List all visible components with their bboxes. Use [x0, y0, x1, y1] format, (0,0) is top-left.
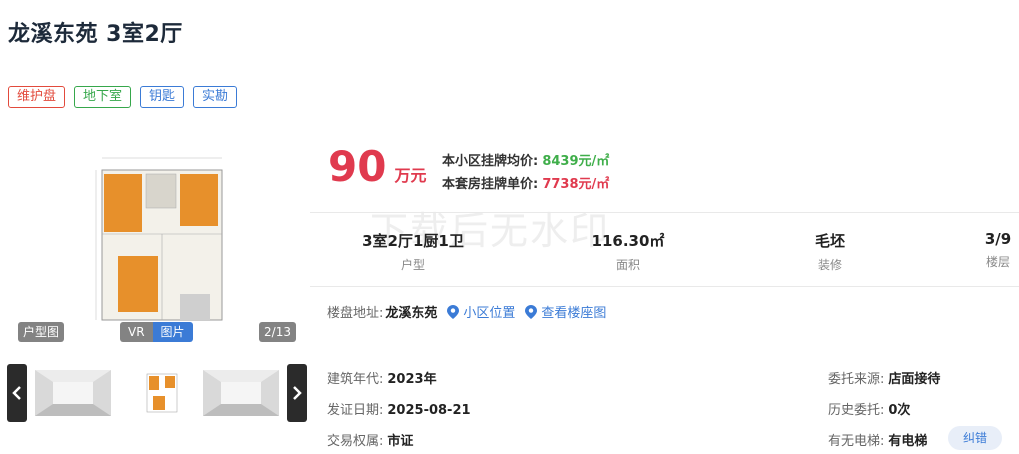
floorplan-thumb-image	[141, 370, 181, 416]
unit-price-label: 本套房挂牌单价:	[442, 177, 539, 192]
prev-arrow-button[interactable]	[7, 364, 27, 422]
property-stats: 3室2厅1厨1卫 户型 116.30㎡ 面积 毛坯 装修 3/9 楼层	[310, 230, 1019, 274]
stat-label: 户型	[400, 258, 425, 272]
info-value: 市证	[387, 434, 414, 449]
address-label: 楼盘地址:	[327, 306, 384, 321]
stat-value: 3/9	[984, 230, 1012, 248]
room-thumb-image	[35, 370, 111, 416]
community-avg-value: 8439元/㎡	[542, 154, 610, 169]
report-error-button[interactable]: 纠错	[948, 426, 1002, 450]
unit-price-value: 7738元/㎡	[542, 177, 610, 192]
info-label: 建筑年代:	[327, 372, 384, 387]
thumbnail-room-2[interactable]	[203, 370, 279, 416]
location-pin-icon	[447, 304, 460, 319]
info-source: 委托来源: 店面接待	[828, 368, 940, 387]
community-avg-label: 本小区挂牌均价:	[442, 154, 539, 169]
floorplan-image	[88, 144, 228, 334]
next-arrow-button[interactable]	[287, 364, 307, 422]
stat-floor: 3/9 楼层	[938, 230, 1019, 270]
stat-value: 毛坯	[814, 232, 845, 250]
info-value: 有电梯	[888, 434, 928, 449]
stat-label: 面积	[615, 258, 640, 272]
thumbnail-strip	[7, 364, 307, 422]
chevron-left-icon	[12, 386, 21, 400]
stat-value: 3室2厅1厨1卫	[362, 232, 464, 250]
chevron-right-icon	[293, 386, 302, 400]
info-cert-date: 发证日期: 2025-08-21	[327, 399, 471, 418]
stat-layout: 3室2厅1厨1卫 户型	[353, 230, 473, 273]
address-value: 龙溪东苑	[385, 306, 438, 321]
info-elevator: 有无电梯: 有电梯	[828, 430, 927, 449]
photo-counter: 2/13	[259, 322, 296, 342]
media-switch[interactable]: VR 图片	[120, 322, 193, 342]
info-label: 历史委托:	[828, 403, 885, 418]
page-title: 龙溪东苑 3室2厅	[8, 22, 183, 47]
tag-list: 维护盘 地下室 钥匙 实勘	[8, 86, 238, 108]
tag-inspected: 实勘	[193, 86, 238, 108]
stat-value: 116.30㎡	[591, 232, 665, 250]
info-label: 交易权属:	[327, 434, 384, 449]
info-history: 历史委托: 0次	[828, 399, 910, 418]
info-value: 0次	[888, 403, 911, 418]
room-thumb-image	[203, 370, 279, 416]
building-map-link[interactable]: 查看楼座图	[525, 302, 606, 321]
building-map-text[interactable]: 查看楼座图	[541, 302, 606, 321]
info-ownership: 交易权属: 市证	[327, 430, 413, 449]
divider	[310, 212, 1019, 213]
total-price: 90 万元	[328, 146, 426, 188]
price-details: 本小区挂牌均价: 8439元/㎡ 本套房挂牌单价: 7738元/㎡	[442, 150, 609, 196]
price-value: 90	[328, 142, 387, 191]
info-value: 2023年	[387, 372, 437, 387]
photos-button[interactable]: 图片	[152, 322, 193, 342]
info-value: 2025-08-21	[387, 403, 471, 418]
info-label: 有无电梯:	[828, 434, 885, 449]
community-location-link[interactable]: 小区位置	[447, 302, 515, 321]
stat-label: 楼层	[985, 255, 1010, 269]
tag-basement: 地下室	[74, 86, 132, 108]
vr-button[interactable]: VR	[120, 322, 153, 342]
location-pin-icon	[525, 304, 538, 319]
stat-area: 116.30㎡ 面积	[568, 230, 688, 273]
stat-decoration: 毛坯 装修	[770, 230, 890, 273]
price-unit: 万元	[394, 166, 427, 185]
thumbnail-floorplan[interactable]	[141, 370, 181, 416]
stat-label: 装修	[817, 258, 842, 272]
info-label: 委托来源:	[828, 372, 885, 387]
community-location-text[interactable]: 小区位置	[463, 302, 515, 321]
info-label: 发证日期:	[327, 403, 384, 418]
info-value: 店面接待	[888, 372, 941, 387]
photo-gallery[interactable]: 户型图 VR 图片 2/13	[10, 134, 302, 344]
tag-maintenance: 维护盘	[8, 86, 66, 108]
thumbnail-room-1[interactable]	[35, 370, 111, 416]
divider	[310, 286, 1019, 287]
floorplan-badge[interactable]: 户型图	[18, 322, 65, 342]
info-build-year: 建筑年代: 2023年	[327, 368, 437, 387]
address-row: 楼盘地址: 龙溪东苑 小区位置 查看楼座图	[327, 302, 606, 321]
tag-key: 钥匙	[140, 86, 185, 108]
